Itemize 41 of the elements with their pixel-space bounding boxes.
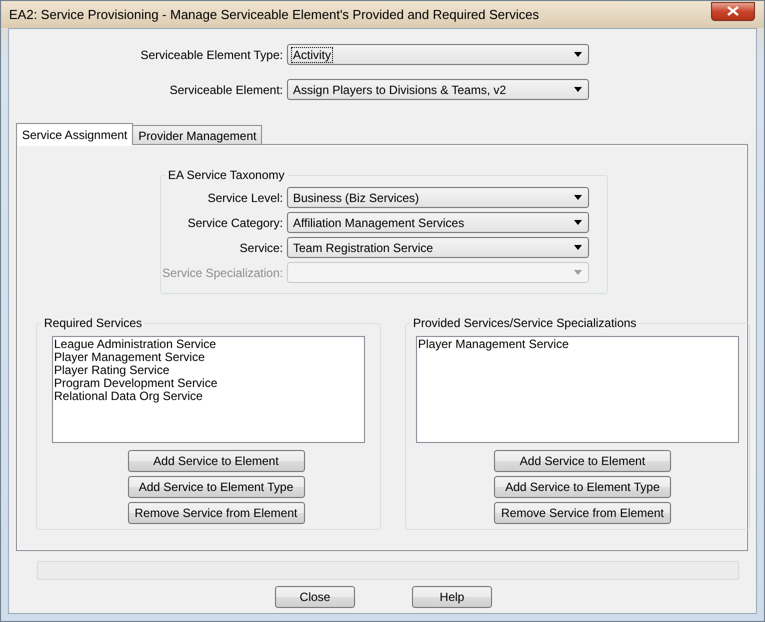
- field-label: Serviceable Element Type:: [139, 48, 284, 62]
- action-button[interactable]: Remove Service from Element: [494, 502, 671, 524]
- dropdown-arrow-icon: [574, 195, 582, 200]
- action-button[interactable]: Add Service to Element Type: [494, 476, 671, 498]
- list-box[interactable]: League Administration Service Player Management Service Player Rating Service Program Development Service Relational Data Org Service: [52, 336, 365, 443]
- tab[interactable]: Service Assignment: [16, 123, 134, 145]
- list-box[interactable]: Player Management Service: [416, 336, 739, 443]
- dropdown[interactable]: Business (Biz Services): [287, 187, 589, 208]
- field-label: Service Category:: [186, 216, 284, 230]
- group-title: Provided Services/Service Specializations: [412, 316, 638, 330]
- list-item[interactable]: League Administration Service: [54, 338, 363, 351]
- tab[interactable]: Provider Management: [133, 125, 262, 144]
- list-item[interactable]: Player Rating Service: [54, 364, 363, 377]
- list-item[interactable]: Relational Data Org Service: [54, 390, 363, 403]
- list-item[interactable]: Player Management Service: [54, 351, 363, 364]
- dropdown-arrow-icon: [574, 52, 582, 57]
- dropdown-arrow-icon: [574, 87, 582, 92]
- dropdown[interactable]: Team Registration Service: [287, 237, 589, 258]
- field-label: Serviceable Element:: [168, 82, 284, 96]
- list-item[interactable]: Player Management Service: [418, 338, 737, 351]
- dropdown[interactable]: Affiliation Management Services: [287, 212, 589, 233]
- action-button[interactable]: Add Service to Element: [494, 450, 671, 472]
- dropdown-arrow-icon: [574, 245, 582, 250]
- list-item[interactable]: Program Development Service: [54, 377, 363, 390]
- dropdown[interactable]: Assign Players to Divisions & Teams, v2: [287, 79, 589, 100]
- dropdown[interactable]: Activity: [287, 44, 589, 65]
- group-title: EA Service Taxonomy: [167, 168, 286, 182]
- field-label: Service:: [238, 240, 284, 254]
- field-label: Service Specialization:: [161, 266, 284, 280]
- close-button[interactable]: [711, 2, 755, 20]
- dialog-button[interactable]: Help: [412, 586, 492, 608]
- field-label: Service Level:: [206, 190, 284, 204]
- dropdown-arrow-icon: [574, 270, 582, 275]
- group-title: Required Services: [43, 316, 144, 330]
- close-icon: [727, 6, 739, 16]
- dropdown-arrow-icon: [574, 220, 582, 225]
- action-button[interactable]: Add Service to Element Type: [128, 476, 304, 498]
- action-button[interactable]: Remove Service from Element: [128, 502, 304, 524]
- dialog-button[interactable]: Close: [275, 586, 355, 608]
- action-button[interactable]: Add Service to Element: [128, 450, 304, 472]
- window-title: EA2: Service Provisioning - Manage Serviceable Element's Provided and Required Services: [9, 7, 539, 22]
